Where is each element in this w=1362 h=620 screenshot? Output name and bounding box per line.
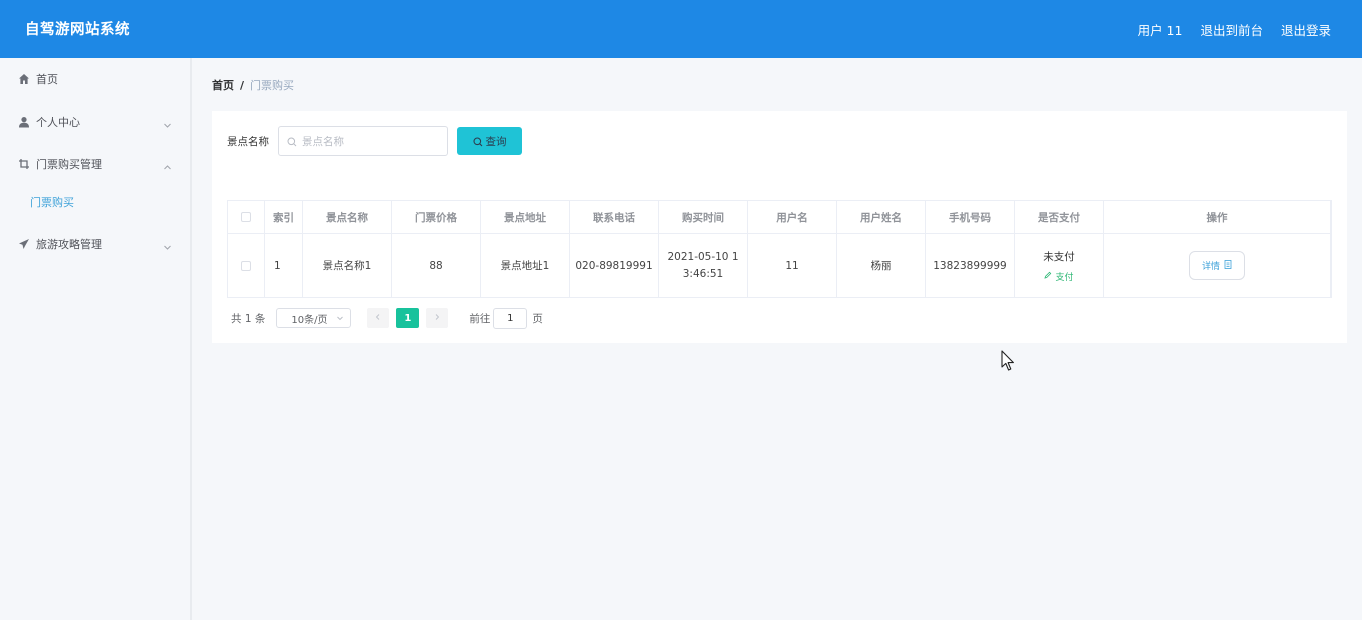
sidebar-item-label: 首页 <box>36 73 58 86</box>
column-header: 手机号码 <box>926 201 1015 233</box>
detail-button-label: 详情 <box>1201 262 1220 272</box>
sidebar-subitem-label: 门票购买 <box>30 196 74 209</box>
cell-name: 景点名称1 <box>303 234 392 297</box>
ticket-table: 索引 景点名称 门票价格 景点地址 联系电话 购买时间 用户名 用户姓名 手机号… <box>227 200 1332 298</box>
sidebar-item-label: 个人中心 <box>36 116 80 129</box>
sidebar-item-label: 门票购买管理 <box>36 158 102 171</box>
send-icon <box>17 238 30 251</box>
sidebar-item-ticket-management[interactable]: 门票购买管理 <box>0 144 190 184</box>
column-header: 用户姓名 <box>837 201 926 233</box>
cell-mobile: 13823899999 <box>926 234 1015 297</box>
content-card: 景点名称 景点名称 查询 索引 景点名称 门票价格 景点地址 联系电话 购买时间… <box>212 111 1347 343</box>
column-header: 操作 <box>1104 201 1331 233</box>
search-placeholder: 景点名称 <box>302 135 344 148</box>
goto-page-input[interactable]: 1 <box>493 307 528 329</box>
column-header: 门票价格 <box>392 201 481 233</box>
sidebar-item-travel-guide-management[interactable]: 旅游攻略管理 <box>0 224 190 264</box>
chevron-right-icon <box>433 312 441 324</box>
chevron-down-icon <box>336 314 344 325</box>
row-select-cell <box>228 234 265 297</box>
app-title: 自驾游网站系统 <box>25 22 130 38</box>
column-header: 景点地址 <box>481 201 570 233</box>
logout-link[interactable]: 退出登录 <box>1281 20 1331 39</box>
search-icon <box>472 132 483 151</box>
cell-realname: 杨丽 <box>837 234 926 297</box>
edit-icon <box>1044 271 1052 282</box>
cell-pay-status: 未支付 支付 <box>1015 234 1104 297</box>
time-line-1: 2021-05-10 1 <box>667 250 739 263</box>
pay-button[interactable]: 支付 <box>1044 270 1074 283</box>
mouse-cursor-icon <box>1001 350 1015 376</box>
page-number-current[interactable]: 1 <box>396 308 420 328</box>
crop-icon <box>17 158 30 171</box>
breadcrumb-home[interactable]: 首页 <box>212 77 234 93</box>
next-page-button[interactable] <box>426 308 449 328</box>
sidebar: 首页 个人中心 门票购买管理 门票购买 旅游攻略管理 <box>0 58 192 620</box>
top-header: 自驾游网站系统 用户 11 退出到前台 退出登录 <box>0 0 1362 58</box>
cell-time-text: 2021-05-10 1 3:46:51 <box>667 249 738 283</box>
detail-button[interactable]: 详情 <box>1189 251 1245 280</box>
user-name-link[interactable]: 用户 11 <box>1138 20 1183 39</box>
column-header: 用户名 <box>748 201 837 233</box>
cell-username: 11 <box>748 234 837 297</box>
breadcrumb: 首页 / 门票购买 <box>212 77 294 93</box>
chevron-down-icon <box>163 237 172 256</box>
sidebar-subitem-ticket-purchase[interactable]: 门票购买 <box>0 186 190 218</box>
pagination: 共 1 条 10条/页 1 前往 1 页 <box>231 307 543 329</box>
breadcrumb-current: 门票购买 <box>250 79 295 92</box>
goto-label: 前往 <box>469 312 491 325</box>
document-icon <box>1224 259 1232 272</box>
pay-status-text: 未支付 <box>1043 250 1075 263</box>
sidebar-item-home[interactable]: 首页 <box>0 59 190 99</box>
cell-index: 1 <box>265 234 303 297</box>
query-button[interactable]: 查询 <box>457 127 522 155</box>
table-header-row: 索引 景点名称 门票价格 景点地址 联系电话 购买时间 用户名 用户姓名 手机号… <box>228 201 1331 234</box>
breadcrumb-separator: / <box>240 78 245 92</box>
page-size-select[interactable]: 10条/页 <box>276 308 352 328</box>
header-nav: 用户 11 退出到前台 退出登录 <box>1138 20 1331 39</box>
sidebar-item-personal-center[interactable]: 个人中心 <box>0 102 190 142</box>
cell-phone: 020-89819991 <box>570 234 659 297</box>
column-header: 是否支付 <box>1015 201 1104 233</box>
page-size-value: 10条/页 <box>291 314 328 326</box>
time-line-2: 3:46:51 <box>682 267 724 280</box>
cell-price: 88 <box>392 234 481 297</box>
column-header: 购买时间 <box>659 201 748 233</box>
search-icon <box>287 132 297 151</box>
column-header: 景点名称 <box>303 201 392 233</box>
cell-actions: 详情 <box>1104 234 1331 297</box>
exit-to-front-link[interactable]: 退出到前台 <box>1200 20 1263 39</box>
search-label: 景点名称 <box>227 136 269 148</box>
sidebar-item-label: 旅游攻略管理 <box>36 238 102 251</box>
cell-time: 2021-05-10 1 3:46:51 <box>659 234 748 297</box>
table-row: 1 景点名称1 88 景点地址1 020-89819991 2021-05-10… <box>228 234 1331 297</box>
search-input[interactable]: 景点名称 <box>278 126 448 156</box>
pay-button-label: 支付 <box>1055 272 1074 283</box>
goto-unit: 页 <box>532 312 543 325</box>
chevron-down-icon <box>163 115 172 134</box>
cell-address: 景点地址1 <box>481 234 570 297</box>
pagination-total: 共 1 条 <box>231 312 266 325</box>
chevron-left-icon <box>374 312 382 324</box>
header-select-all <box>228 201 265 233</box>
prev-page-button[interactable] <box>367 308 390 328</box>
home-icon <box>17 73 30 86</box>
column-header: 联系电话 <box>570 201 659 233</box>
chevron-up-icon <box>163 157 172 176</box>
column-header: 索引 <box>265 201 303 233</box>
row-checkbox[interactable] <box>241 260 251 271</box>
query-button-label: 查询 <box>485 135 507 148</box>
user-icon <box>17 116 30 129</box>
select-all-checkbox[interactable] <box>241 212 251 222</box>
